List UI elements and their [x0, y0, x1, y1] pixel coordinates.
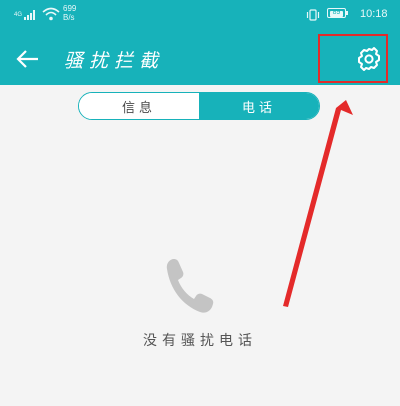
tab-group: 信息 电话	[78, 92, 320, 120]
battery-percent: 89	[332, 9, 341, 16]
phone-screen: 4G 699 B/s 89 10:18 骚扰拦截 信息 电话 没有骚扰电话	[0, 0, 400, 406]
svg-text:4G: 4G	[14, 12, 22, 18]
page-title: 骚扰拦截	[64, 50, 165, 72]
empty-state-message: 没有骚扰电话	[143, 333, 257, 349]
tab-messages[interactable]: 信息	[79, 93, 199, 119]
cellular-signal-icon: 4G	[14, 8, 38, 26]
phone-icon	[160, 255, 216, 317]
arrow-left-icon	[16, 50, 38, 68]
back-button[interactable]	[10, 42, 46, 76]
clock: 10:18	[360, 8, 388, 20]
tab-calls[interactable]: 电话	[199, 93, 319, 119]
status-bar: 4G 699 B/s 89 10:18	[0, 0, 400, 32]
annotation-highlight-box	[318, 34, 388, 83]
network-speed: 699 B/s	[63, 4, 77, 22]
wifi-icon	[42, 7, 60, 26]
vibrate-icon	[306, 8, 320, 26]
